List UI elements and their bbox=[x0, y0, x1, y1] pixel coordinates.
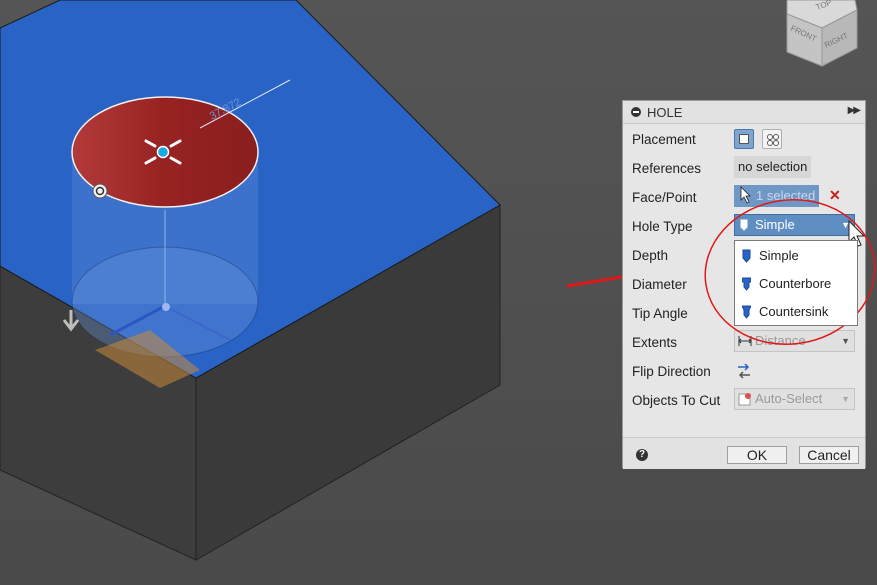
collapse-icon[interactable] bbox=[631, 107, 641, 117]
extents-dropdown[interactable]: Distance ▼ bbox=[734, 330, 855, 352]
hole-type-label: Hole Type bbox=[632, 219, 693, 234]
distance-icon bbox=[738, 336, 752, 346]
references-label: References bbox=[632, 161, 702, 176]
flip-arrows-icon bbox=[738, 363, 750, 379]
clear-selection-icon[interactable]: ✕ bbox=[829, 187, 841, 204]
row-hole-type: Hole Type Simple ▼ bbox=[623, 214, 865, 240]
option-label: Counterbore bbox=[759, 276, 832, 291]
simple-hole-icon bbox=[742, 249, 751, 263]
countersink-icon bbox=[742, 305, 751, 319]
chevron-down-icon: ▼ bbox=[841, 220, 850, 230]
counterbore-icon bbox=[742, 277, 751, 291]
auto-select-icon bbox=[738, 393, 751, 406]
face-point-label: Face/Point bbox=[632, 190, 697, 205]
ok-button[interactable]: OK bbox=[727, 446, 787, 464]
hole-type-option-countersink[interactable]: Countersink bbox=[735, 298, 857, 326]
extents-value: Distance bbox=[755, 333, 806, 348]
row-objects-to-cut: Objects To Cut Auto-Select ▼ bbox=[623, 388, 865, 414]
diameter-label: Diameter bbox=[632, 277, 687, 292]
placement-label: Placement bbox=[632, 132, 696, 147]
objects-to-cut-value: Auto-Select bbox=[755, 391, 823, 406]
tip-angle-label: Tip Angle bbox=[632, 306, 688, 321]
hole-type-option-simple[interactable]: Simple bbox=[735, 242, 857, 270]
cancel-button[interactable]: Cancel bbox=[799, 446, 859, 464]
row-flip-direction: Flip Direction bbox=[623, 359, 865, 385]
row-placement: Placement bbox=[623, 127, 865, 153]
chevron-down-icon: ▼ bbox=[841, 336, 850, 346]
hole-type-menu: Simple Counterbore Countersink bbox=[734, 240, 858, 326]
flip-direction-label: Flip Direction bbox=[632, 364, 711, 379]
single-hole-icon bbox=[739, 134, 749, 144]
hole-type-option-counterbore[interactable]: Counterbore bbox=[735, 270, 857, 298]
dialog-title-bar[interactable]: HOLE ▶▶ bbox=[623, 101, 865, 124]
help-icon[interactable]: ? bbox=[636, 449, 648, 461]
row-references: References no selection bbox=[623, 156, 865, 182]
references-selector[interactable]: no selection bbox=[734, 156, 812, 178]
option-label: Countersink bbox=[759, 304, 829, 319]
multi-hole-dot bbox=[773, 140, 779, 146]
row-extents: Extents Distance ▼ bbox=[623, 330, 865, 356]
depth-label: Depth bbox=[632, 248, 669, 263]
flip-direction-button[interactable] bbox=[734, 361, 754, 381]
hole-type-dropdown[interactable]: Simple ▼ bbox=[734, 214, 855, 236]
objects-to-cut-label: Objects To Cut bbox=[632, 393, 721, 408]
row-face-point: Face/Point 1 selected ✕ bbox=[623, 185, 865, 211]
dialog-title: HOLE bbox=[647, 104, 683, 120]
hole-type-value: Simple bbox=[755, 217, 795, 232]
objects-to-cut-dropdown[interactable]: Auto-Select ▼ bbox=[734, 388, 855, 410]
extents-label: Extents bbox=[632, 335, 678, 350]
single-hole-placement-button[interactable] bbox=[734, 129, 754, 149]
face-point-selector[interactable]: 1 selected bbox=[734, 185, 820, 207]
simple-hole-icon bbox=[740, 219, 748, 231]
diameter-handle-icon[interactable] bbox=[92, 183, 108, 199]
chevron-down-icon: ▼ bbox=[841, 394, 850, 404]
multiple-holes-placement-button[interactable] bbox=[762, 129, 782, 149]
option-label: Simple bbox=[759, 248, 799, 263]
expand-icon[interactable]: ▶▶ bbox=[848, 105, 861, 116]
dialog-footer: ? OK Cancel bbox=[623, 437, 865, 469]
